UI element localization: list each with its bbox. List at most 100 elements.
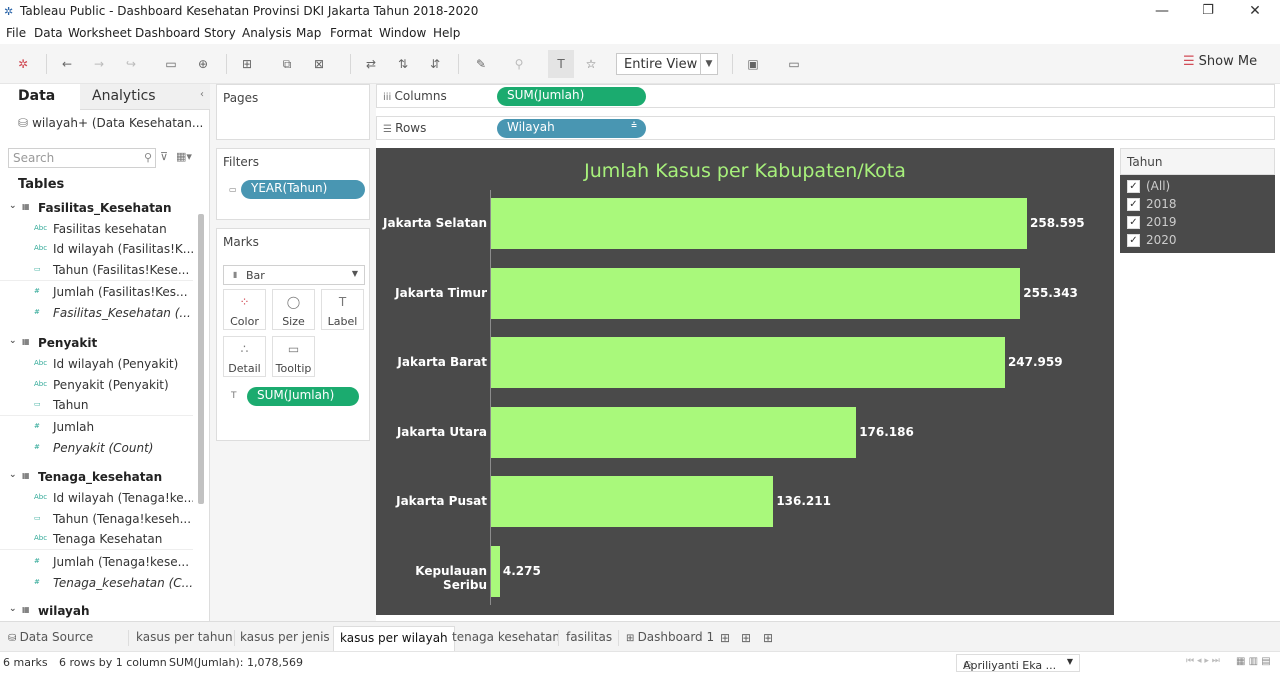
bar[interactable] (491, 267, 1021, 319)
menu-analysis[interactable]: Analysis (242, 26, 291, 40)
columns-pill-sum-jumlah[interactable]: SUM(Jumlah) (497, 87, 646, 106)
menu-data[interactable]: Data (34, 26, 63, 40)
sort-ascending-icon[interactable]: ⇅ (394, 55, 412, 73)
replay-icon[interactable]: ↪ (122, 55, 140, 73)
show-me-button[interactable]: ☰ Show Me (1183, 54, 1257, 69)
list-item[interactable]: # Penyakit (Count) (0, 439, 193, 459)
new-story-tab-icon[interactable]: ⊞ (763, 631, 773, 645)
list-item[interactable]: ▭ Tahun (0, 396, 193, 416)
bar[interactable] (491, 406, 857, 458)
size-button[interactable]: ◯ Size (272, 289, 315, 330)
rows-pill-wilayah[interactable]: Wilayah ⩮ (497, 119, 646, 138)
tab-fasilitas[interactable]: fasilitas (560, 626, 618, 652)
tab-kasus-per-jenis[interactable]: kasus per jenis (234, 626, 336, 652)
color-button[interactable]: ⁘ Color (223, 289, 266, 330)
user-menu[interactable]: ⚇ Apriliyanti Eka ... ▼ (956, 654, 1080, 672)
table-group-wilayah[interactable]: ⌄ ▦ wilayah (0, 602, 193, 622)
string-field-icon: Abc (34, 493, 48, 501)
pin-icon[interactable]: ☆ (582, 55, 600, 73)
sort-descending-icon[interactable]: ⇵ (426, 55, 444, 73)
checkbox[interactable]: ✓ (1127, 234, 1140, 247)
fit-dropdown[interactable]: Entire View ▼ (616, 53, 718, 75)
menu-format[interactable]: Format (330, 26, 372, 40)
search-input[interactable]: Search ⚲ (8, 148, 156, 168)
tab-kasus-per-wilayah[interactable]: kasus per wilayah (333, 626, 455, 652)
list-item[interactable]: Abc Id wilayah (Tenaga!ke... (0, 489, 193, 509)
tooltip-button[interactable]: ▭ Tooltip (272, 336, 315, 377)
close-button[interactable]: ✕ (1245, 3, 1265, 21)
marks-pill-sum-jumlah[interactable]: SUM(Jumlah) (247, 387, 359, 406)
bar[interactable] (491, 545, 500, 597)
tab-analytics[interactable]: Analytics ‹ (80, 84, 210, 110)
duplicate-icon[interactable]: ⧉ (278, 55, 296, 73)
tab-tenaga-kesehatan[interactable]: tenaga kesehatan (446, 626, 566, 652)
list-item[interactable]: Abc Fasilitas kesehatan (0, 220, 193, 240)
filter-pill-year[interactable]: YEAR(Tahun) (241, 180, 365, 199)
checkbox[interactable]: ✓ (1127, 216, 1140, 229)
menu-worksheet[interactable]: Worksheet (68, 26, 132, 40)
detail-button[interactable]: ∴ Detail (223, 336, 266, 377)
minimize-button[interactable]: — (1152, 3, 1172, 21)
string-field-icon: Abc (34, 224, 48, 232)
new-datasource-icon[interactable]: ⊕ (194, 55, 212, 73)
menu-help[interactable]: Help (433, 26, 460, 40)
list-item[interactable]: Abc Tenaga Kesehatan (0, 530, 193, 550)
card-toggle-icon[interactable]: ▣ (744, 55, 762, 73)
sheet-navigation-icon[interactable]: ⏮ ◂ ▸ ⏭ (1186, 656, 1220, 666)
menu-dashboard[interactable]: Dashboard (135, 26, 200, 40)
filter-fields-icon[interactable]: ⊽ (160, 150, 168, 163)
undo-icon[interactable]: ← (58, 55, 76, 73)
rows-shelf[interactable]: ☰ Rows Wilayah ⩮ (376, 116, 1275, 140)
clear-sheet-icon[interactable]: ⊠ (310, 55, 328, 73)
label-button[interactable]: T Label (321, 289, 364, 330)
tab-dashboard-1[interactable]: ⊞ Dashboard 1 (620, 626, 720, 652)
pages-card[interactable]: Pages (216, 84, 370, 140)
group-icon[interactable]: ⚲ (510, 55, 528, 73)
columns-shelf[interactable]: iii Columns SUM(Jumlah) (376, 84, 1275, 108)
checkbox[interactable]: ✓ (1127, 198, 1140, 211)
filters-card[interactable]: Filters ▭ YEAR(Tahun) (216, 148, 370, 220)
tab-data-source[interactable]: ⛁ Data Source (2, 626, 99, 652)
new-dashboard-tab-icon[interactable]: ⊞ (741, 631, 751, 645)
menu-file[interactable]: File (6, 26, 26, 40)
grid-view-icon[interactable]: ▦ ▥ ▤ (1236, 656, 1271, 667)
collapse-pane-icon[interactable]: ‹ (200, 89, 204, 100)
list-item[interactable]: # Jumlah (Tenaga!kese... (0, 553, 193, 573)
bar[interactable] (491, 337, 1005, 388)
list-item[interactable]: # Tenaga_kesehatan (C... (0, 574, 193, 594)
bar[interactable] (491, 198, 1027, 249)
menu-story[interactable]: Story (204, 26, 236, 40)
number-field-icon: # (34, 578, 40, 586)
checkbox[interactable]: ✓ (1127, 180, 1140, 193)
list-item[interactable]: # Fasilitas_Kesehatan (... (0, 304, 193, 324)
list-item[interactable]: Abc Id wilayah (Penyakit) (0, 355, 193, 375)
menu-map[interactable]: Map (296, 26, 321, 40)
bar[interactable] (491, 476, 774, 527)
maximize-button[interactable]: ❐ (1198, 3, 1218, 21)
new-worksheet-tab-icon[interactable]: ⊞ (720, 631, 730, 645)
view-options-icon[interactable]: ▦▾ (176, 150, 192, 163)
tab-kasus-per-tahun[interactable]: kasus per tahun (130, 626, 239, 652)
tab-data[interactable]: Data (0, 84, 80, 110)
table-group-tenaga[interactable]: ⌄ ▦ Tenaga_kesehatan (0, 468, 193, 488)
datasource-item[interactable]: ⛁ wilayah+ (Data Kesehatan... (18, 116, 203, 130)
redo-icon[interactable]: → (90, 55, 108, 73)
presentation-mode-icon[interactable]: ▭ (785, 55, 803, 73)
table-group-penyakit[interactable]: ⌄ ▦ Penyakit (0, 334, 193, 354)
scrollbar[interactable] (198, 214, 204, 504)
swap-icon[interactable]: ⇄ (362, 55, 380, 73)
mark-type-dropdown[interactable]: ▮ Bar ▼ (223, 265, 365, 285)
list-item[interactable]: ▭ Tahun (Tenaga!keseh... (0, 510, 193, 530)
tableau-start-icon[interactable]: ✲ (14, 55, 32, 73)
list-item[interactable]: ▭ Tahun (Fasilitas!Kese... (0, 261, 193, 281)
highlight-icon[interactable]: ✎ (472, 55, 490, 73)
new-worksheet-icon[interactable]: ⊞ (238, 55, 256, 73)
show-labels-icon[interactable]: T (548, 50, 574, 78)
table-group-fasilitas[interactable]: ⌄ ▦ Fasilitas_Kesehatan (0, 199, 193, 219)
list-item[interactable]: Abc Penyakit (Penyakit) (0, 376, 193, 396)
save-icon[interactable]: ▭ (162, 55, 180, 73)
list-item[interactable]: # Jumlah (0, 418, 193, 438)
list-item[interactable]: Abc Id wilayah (Fasilitas!K... (0, 240, 193, 260)
menu-window[interactable]: Window (379, 26, 426, 40)
list-item[interactable]: # Jumlah (Fasilitas!Kes... (0, 283, 193, 303)
